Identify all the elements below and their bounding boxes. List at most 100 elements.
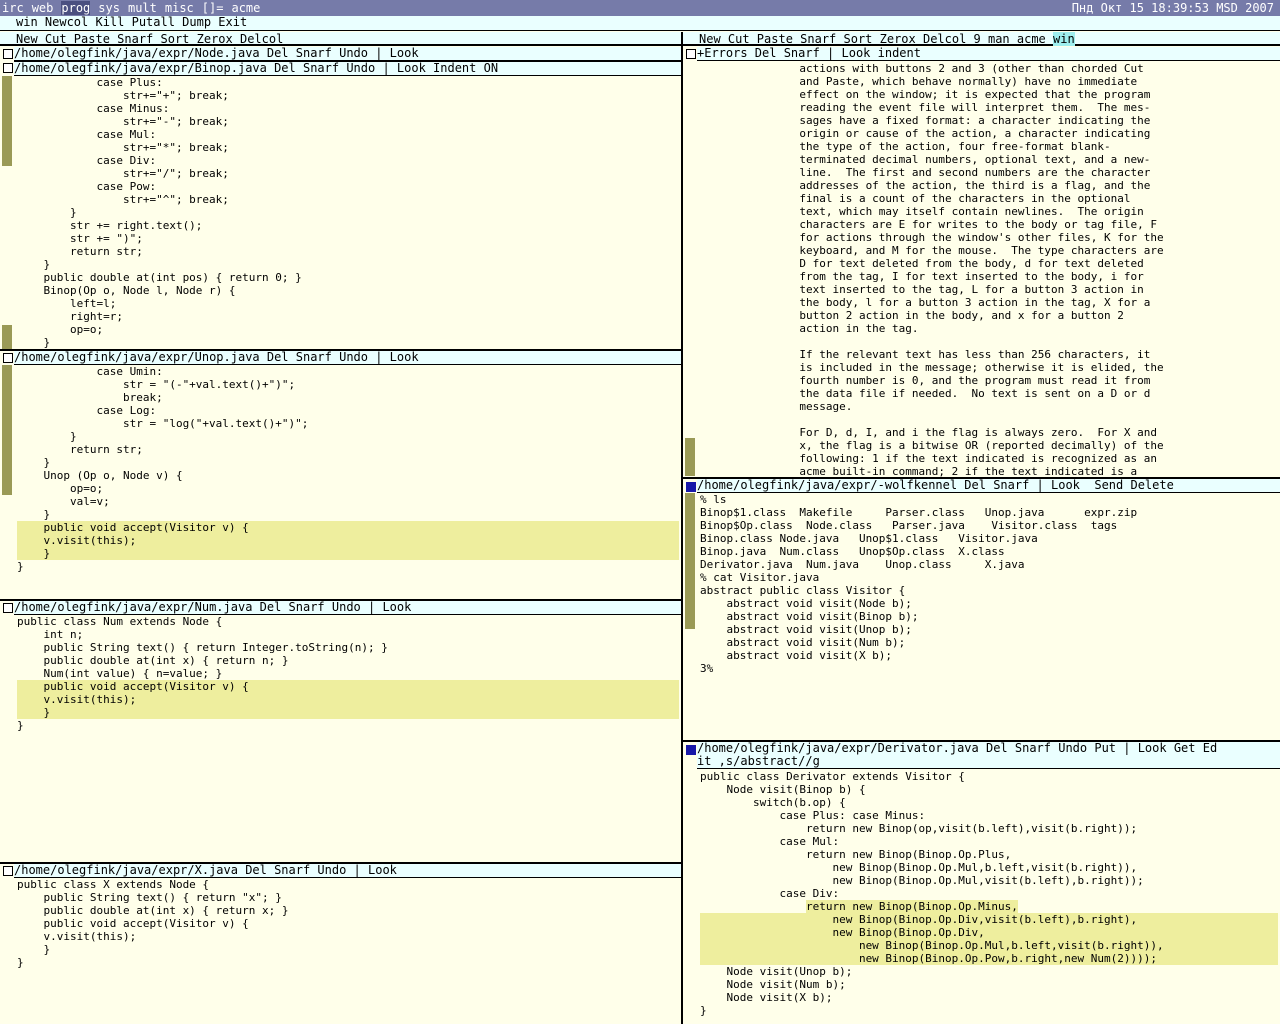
code-line[interactable]: case Pow: <box>17 180 679 193</box>
code-line[interactable]: new Binop(Binop.Op.Mul,b.left,visit(b.ri… <box>700 861 1278 874</box>
code-line[interactable]: } <box>17 430 679 443</box>
text-line[interactable]: acme built-in command; 2 if the text ind… <box>700 465 1278 477</box>
code-line[interactable]: case Plus: case Minus: <box>700 809 1278 822</box>
code-line[interactable]: left=l; <box>17 297 679 310</box>
derivator-window-tag[interactable]: /home/olegfink/java/expr/Derivator.java … <box>697 742 1280 769</box>
terminal-line[interactable]: abstract void visit(Unop b); <box>700 623 1278 636</box>
workspace-misc[interactable]: misc <box>165 1 194 15</box>
workspace-irc[interactable]: irc <box>2 1 24 15</box>
text-line[interactable]: effect on the window; it is expected tha… <box>700 88 1278 101</box>
text-line[interactable]: from the tag, I for text inserted to the… <box>700 270 1278 283</box>
binop-scrollbar[interactable] <box>2 76 12 166</box>
num-window-tag[interactable]: /home/olegfink/java/expr/Num.java Del Sn… <box>14 601 681 615</box>
selected-code-line[interactable]: public void accept(Visitor v) { <box>17 680 679 693</box>
shell-window-box[interactable] <box>686 482 696 492</box>
terminal-line[interactable]: Binop.java Num.class Unop$Op.class X.cla… <box>700 545 1278 558</box>
text-line[interactable]: origin or cause of the action, a charact… <box>700 127 1278 140</box>
text-line[interactable]: addresses of the action, the third is a … <box>700 179 1278 192</box>
text-line[interactable]: action in the tag. <box>700 322 1278 335</box>
binop-scrollbar-lower[interactable] <box>2 325 12 349</box>
code-line[interactable]: public double at(int x) { return n; } <box>17 654 679 667</box>
text-line[interactable]: For D, d, I, and i the flag is always ze… <box>700 426 1278 439</box>
code-line[interactable]: public void accept(Visitor v) { <box>17 917 679 930</box>
code-line[interactable]: str+="/"; break; <box>17 167 679 180</box>
code-line[interactable]: new Binop(Binop.Op.Mul,visit(b.left),b.r… <box>700 874 1278 887</box>
text-line[interactable]: the type of the action, four free-format… <box>700 140 1278 153</box>
num-body[interactable]: public class Num extends Node { int n; p… <box>17 615 679 861</box>
errors-window-box[interactable] <box>686 49 696 59</box>
code-line[interactable]: } <box>17 336 679 349</box>
code-line[interactable]: str = "log("+val.text()+")"; <box>17 417 679 430</box>
code-line[interactable]: } <box>17 719 679 732</box>
selected-code-line[interactable]: new Binop(Binop.Op.Div, <box>700 926 1278 939</box>
shell-scrollbar[interactable] <box>685 493 695 629</box>
selected-code-line[interactable]: new Binop(Binop.Op.Mul,b.left,visit(b.ri… <box>700 939 1278 952</box>
code-line[interactable]: right=r; <box>17 310 679 323</box>
code-line[interactable]: case Div: <box>700 887 1278 900</box>
derivator-window-box[interactable] <box>686 745 696 755</box>
code-line[interactable]: case Umin: <box>17 365 679 378</box>
text-line[interactable]: characters are E for writes to the body … <box>700 218 1278 231</box>
code-line[interactable]: val=v; <box>17 495 679 508</box>
text-line[interactable]: following: 1 if the text indicated is re… <box>700 452 1278 465</box>
terminal-line[interactable]: 3% <box>700 662 1278 675</box>
code-line[interactable]: Node visit(Num b); <box>700 978 1278 991</box>
terminal-line[interactable]: Binop$1.class Makefile Parser.class Unop… <box>700 506 1278 519</box>
binop-body[interactable]: case Plus: str+="+"; break; case Minus: … <box>17 76 679 349</box>
code-line[interactable]: str+="*"; break; <box>17 141 679 154</box>
num-window-box[interactable] <box>3 603 13 613</box>
text-line[interactable]: line. The first and second numbers are t… <box>700 166 1278 179</box>
terminal-line[interactable]: % cat Visitor.java <box>700 571 1278 584</box>
code-line[interactable]: str+="-"; break; <box>17 115 679 128</box>
code-line[interactable]: Node visit(Binop b) { <box>700 783 1278 796</box>
terminal-line[interactable]: abstract void visit(Num b); <box>700 636 1278 649</box>
code-line[interactable]: return new Binop(Binop.Op.Plus, <box>700 848 1278 861</box>
code-line[interactable]: str = "(-"+val.text()+")"; <box>17 378 679 391</box>
errors-scrollbar[interactable] <box>685 438 695 476</box>
binop-window-tag[interactable]: /home/olegfink/java/expr/Binop.java Del … <box>14 62 681 76</box>
code-line[interactable]: Binop(Op o, Node l, Node r) { <box>17 284 679 297</box>
unop-window-tag[interactable]: /home/olegfink/java/expr/Unop.java Del S… <box>14 351 681 365</box>
text-line[interactable]: terminated decimal numbers, optional tex… <box>700 153 1278 166</box>
node-window-tag[interactable]: /home/olegfink/java/expr/Node.java Del S… <box>14 47 681 62</box>
text-line[interactable]: actions with buttons 2 and 3 (other than… <box>700 62 1278 75</box>
code-line[interactable]: case Plus: <box>17 76 679 89</box>
text-line[interactable]: x, the flag is a bitwise OR (reported de… <box>700 439 1278 452</box>
terminal-line[interactable]: abstract public class Visitor { <box>700 584 1278 597</box>
acme-main-tag[interactable]: win Newcol Kill Putall Dump Exit <box>0 16 1280 31</box>
text-line[interactable]: the body, l for a button 3 action in the… <box>700 296 1278 309</box>
text-line[interactable]: button 2 action in the body, and x for a… <box>700 309 1278 322</box>
code-line[interactable]: public double at(int pos) { return 0; } <box>17 271 679 284</box>
workspace-web[interactable]: web <box>32 1 54 15</box>
derivator-tag-line2[interactable]: it ,s/abstract//g <box>697 755 1280 768</box>
code-line[interactable]: switch(b.op) { <box>700 796 1278 809</box>
code-line[interactable]: return new Binop(op,visit(b.left),visit(… <box>700 822 1278 835</box>
selected-code-line[interactable]: } <box>17 706 679 719</box>
terminal-line[interactable]: Binop.class Node.java Unop$1.class Visit… <box>700 532 1278 545</box>
code-line[interactable]: str += right.text(); <box>17 219 679 232</box>
code-line[interactable]: op=o; <box>17 323 679 336</box>
column2-tag-selection[interactable]: win <box>1053 32 1075 46</box>
code-line[interactable]: int n; <box>17 628 679 641</box>
selected-code-line[interactable]: new Binop(Binop.Op.Pow,b.right,new Num(2… <box>700 952 1278 965</box>
selected-code-line[interactable]: new Binop(Binop.Op.Div,visit(b.left),b.r… <box>700 913 1278 926</box>
code-line[interactable]: case Div: <box>17 154 679 167</box>
text-line[interactable]: sages have a fixed format: a character i… <box>700 114 1278 127</box>
code-line[interactable]: case Log: <box>17 404 679 417</box>
workspace-prog[interactable]: prog <box>61 1 91 15</box>
text-line[interactable]: keyboard, and M for the mouse. The type … <box>700 244 1278 257</box>
selected-code-line[interactable]: } <box>17 547 679 560</box>
text-line[interactable]: the data file if needed. No text is sent… <box>700 387 1278 400</box>
workspace-sys[interactable]: sys <box>98 1 120 15</box>
code-line[interactable]: public double at(int x) { return x; } <box>17 904 679 917</box>
selected-code-text[interactable]: return new Binop(Binop.Op.Minus, <box>805 900 1018 913</box>
code-line[interactable]: } <box>17 258 679 271</box>
code-line[interactable]: str+="+"; break; <box>17 89 679 102</box>
code-line[interactable]: break; <box>17 391 679 404</box>
text-line[interactable]: text, which may itself contain newlines.… <box>700 205 1278 218</box>
text-line[interactable]: fourth number is 0, and the program must… <box>700 374 1278 387</box>
code-line[interactable]: Node visit(Unop b); <box>700 965 1278 978</box>
code-line[interactable]: return new Binop(Binop.Op.Minus, <box>700 900 1278 913</box>
text-line[interactable] <box>700 413 1278 426</box>
shell-body[interactable]: % ls Binop$1.class Makefile Parser.class … <box>700 493 1278 739</box>
